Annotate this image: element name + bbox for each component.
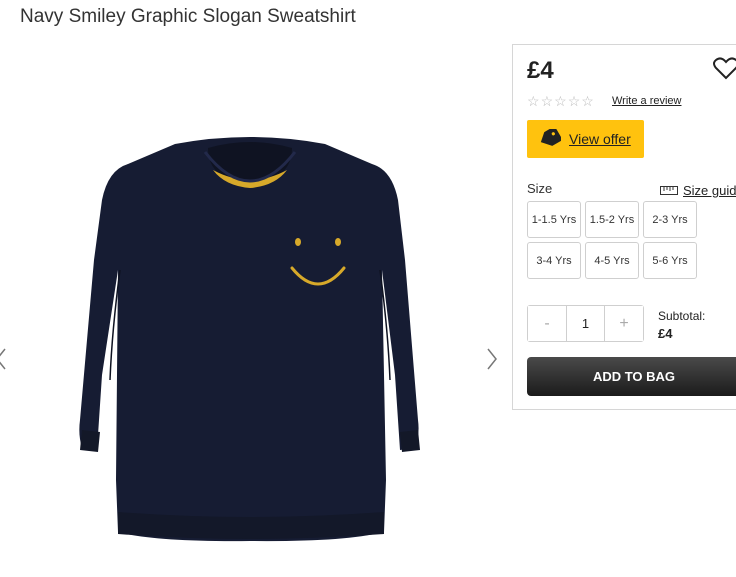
ruler-icon [660, 186, 678, 195]
quantity-input[interactable] [566, 306, 605, 341]
size-option[interactable]: 1.5-2 Yrs [585, 201, 639, 238]
write-review-link[interactable]: Write a review [612, 95, 681, 107]
product-image [79, 137, 420, 542]
chevron-right-icon[interactable] [487, 348, 497, 376]
size-option[interactable]: 1-1.5 Yrs [527, 201, 581, 238]
subtotal-label: Subtotal: [658, 309, 706, 323]
price: £4 [527, 57, 554, 84]
add-to-bag-button[interactable]: ADD TO BAG [527, 357, 736, 396]
size-label: Size [527, 181, 553, 196]
star-icon: ☆ [581, 93, 594, 109]
tag-icon [539, 125, 563, 150]
decrease-quantity-button[interactable]: - [528, 306, 566, 341]
subtotal-value: £4 [658, 326, 673, 341]
view-offer-button[interactable]: View offer [527, 120, 644, 158]
size-guide-label: Size guide [683, 183, 736, 198]
size-option[interactable]: 5-6 Yrs [643, 242, 697, 279]
star-icon: ☆ [567, 93, 581, 109]
star-icon: ☆ [554, 93, 567, 109]
quantity-stepper: - + [527, 305, 644, 342]
size-option[interactable]: 3-4 Yrs [527, 242, 581, 279]
size-option[interactable]: 4-5 Yrs [585, 242, 639, 279]
size-options: 1-1.5 Yrs 1.5-2 Yrs 2-3 Yrs 3-4 Yrs 4-5 … [527, 201, 697, 279]
increase-quantity-button[interactable]: + [605, 306, 643, 341]
star-icon: ☆ [527, 93, 540, 109]
star-icon: ☆ [540, 93, 554, 109]
purchase-panel: £4 ☆ ☆ ☆ ☆ ☆ Write a review View offer S… [512, 44, 736, 410]
size-guide-link[interactable]: Size guide [660, 183, 736, 198]
rating-stars: ☆ ☆ ☆ ☆ ☆ [527, 93, 594, 109]
heart-icon[interactable] [713, 57, 736, 86]
size-option[interactable]: 2-3 Yrs [643, 201, 697, 238]
view-offer-label: View offer [569, 131, 631, 147]
product-title: Navy Smiley Graphic Slogan Sweatshirt [20, 6, 356, 27]
chevron-left-icon[interactable] [0, 348, 6, 376]
